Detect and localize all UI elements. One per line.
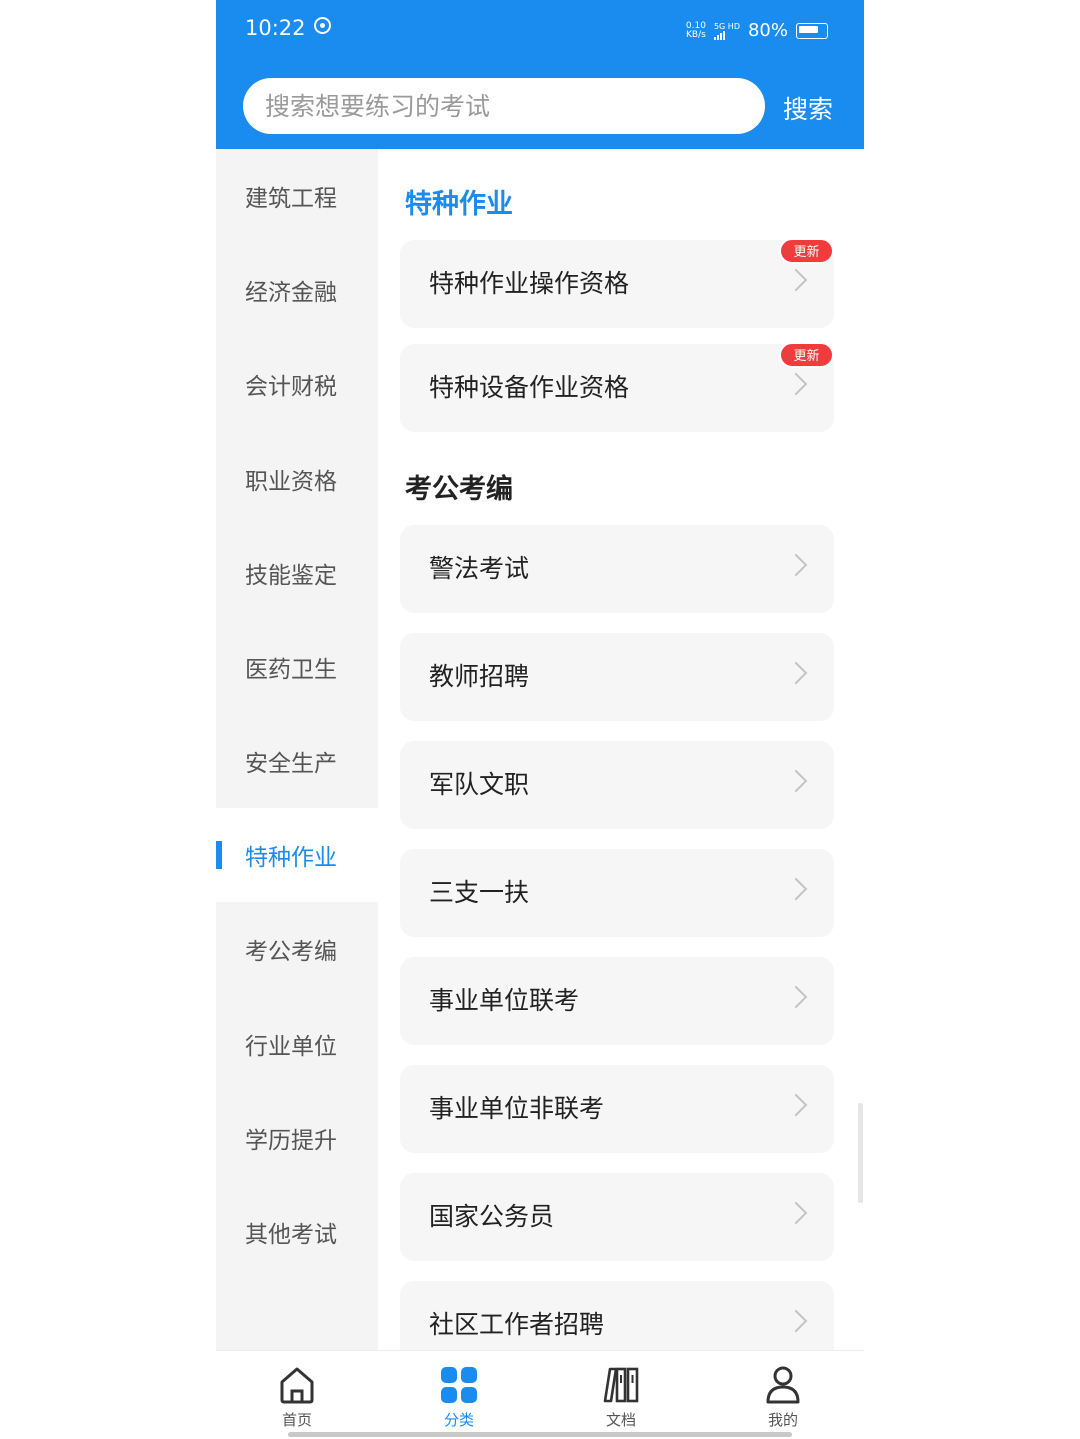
- tab-home[interactable]: 首页: [216, 1351, 378, 1439]
- net-speed-unit: KB/s: [686, 29, 706, 40]
- network-type: 5G HD: [713, 21, 740, 31]
- sidebar-item-qualification[interactable]: 职业资格: [216, 432, 378, 526]
- sidebar-item-education[interactable]: 学历提升: [216, 1091, 378, 1185]
- chevron-right-icon: [784, 769, 808, 793]
- list-item[interactable]: 特种设备作业资格 更新: [400, 342, 834, 432]
- chevron-right-icon: [784, 985, 808, 1009]
- chevron-right-icon: [784, 661, 808, 685]
- battery-icon: [796, 22, 828, 39]
- list-item-label: 三支一扶: [429, 878, 530, 907]
- clock-text: 10:22: [245, 16, 306, 40]
- tab-documents[interactable]: 文档: [540, 1351, 702, 1439]
- section-title: 考公考编: [405, 474, 513, 505]
- sidebar-item-other[interactable]: 其他考试: [216, 1185, 378, 1279]
- sidebar-item-safety[interactable]: 安全生产: [216, 714, 378, 808]
- sidebar-item-construction[interactable]: 建筑工程: [216, 149, 378, 243]
- search-box[interactable]: [243, 78, 765, 134]
- app-screen: 10:22 0.10 KB/s 5G HD 80% 搜索 建筑工程 经济金融 会…: [216, 0, 864, 1439]
- chevron-right-icon: [784, 372, 808, 396]
- list-item-label: 教师招聘: [429, 662, 530, 691]
- list-item[interactable]: 特种作业操作资格 更新: [400, 238, 834, 328]
- header: 10:22 0.10 KB/s 5G HD 80% 搜索: [216, 0, 864, 149]
- list-item-label: 特种作业操作资格: [429, 269, 630, 298]
- list-item[interactable]: 事业单位联考: [400, 957, 834, 1045]
- net-speed: 0.10 KB/s: [686, 21, 706, 40]
- list-item-label: 国家公务员: [429, 1202, 555, 1231]
- home-indicator[interactable]: [288, 1432, 792, 1437]
- list-item-label: 事业单位联考: [429, 986, 580, 1015]
- battery-text: 80%: [747, 20, 788, 41]
- sidebar-item-skills[interactable]: 技能鉴定: [216, 526, 378, 620]
- list-item[interactable]: 社区工作者招聘: [400, 1281, 834, 1350]
- chevron-right-icon: [784, 1093, 808, 1117]
- update-badge: 更新: [779, 342, 834, 368]
- tab-label: 文档: [605, 1411, 636, 1429]
- list-item[interactable]: 教师招聘: [400, 633, 834, 721]
- chevron-right-icon: [784, 1309, 808, 1333]
- profile-icon: [766, 1366, 800, 1404]
- home-icon: [280, 1367, 314, 1404]
- sidebar-item-industry[interactable]: 行业单位: [216, 997, 378, 1091]
- chevron-right-icon: [784, 553, 808, 577]
- list-item-label: 事业单位非联考: [429, 1094, 605, 1123]
- tab-label: 我的: [767, 1411, 798, 1429]
- list-item[interactable]: 国家公务员: [400, 1173, 834, 1261]
- scrollbar[interactable]: [858, 1103, 863, 1203]
- search-button[interactable]: 搜索: [783, 90, 833, 126]
- list-item-label: 警法考试: [429, 554, 530, 583]
- update-badge: 更新: [779, 238, 834, 264]
- list-item[interactable]: 警法考试: [400, 525, 834, 613]
- list-item[interactable]: 军队文职: [400, 741, 834, 829]
- category-sidebar: 建筑工程 经济金融 会计财税 职业资格 技能鉴定 医药卫生 安全生产 特种作业 …: [216, 149, 378, 1350]
- tab-label: 首页: [281, 1411, 312, 1429]
- list-item[interactable]: 事业单位非联考: [400, 1065, 834, 1153]
- tab-profile[interactable]: 我的: [702, 1351, 864, 1439]
- list-item-label: 特种设备作业资格: [429, 373, 630, 402]
- chevron-right-icon: [784, 268, 808, 292]
- tab-category[interactable]: 分类: [378, 1351, 540, 1439]
- chevron-right-icon: [784, 877, 808, 901]
- bottom-tab-bar: 首页 分类 文档 我的: [216, 1350, 864, 1439]
- signal-icon: 5G HD: [713, 21, 740, 40]
- status-indicators: 0.10 KB/s 5G HD 80%: [686, 20, 828, 41]
- sidebar-item-special-operations[interactable]: 特种作业: [216, 808, 378, 902]
- category-content: 特种作业 特种作业操作资格 更新 特种设备作业资格 更新 考公考编 警法考试 教…: [378, 149, 864, 1350]
- documents-icon: [603, 1367, 639, 1403]
- section-title: 特种作业: [405, 189, 513, 220]
- chevron-right-icon: [784, 1201, 808, 1225]
- list-item-label: 社区工作者招聘: [429, 1310, 605, 1339]
- sidebar-item-medical[interactable]: 医药卫生: [216, 620, 378, 714]
- sidebar-item-accounting[interactable]: 会计财税: [216, 337, 378, 431]
- category-grid-icon: [441, 1367, 477, 1403]
- sidebar-item-finance[interactable]: 经济金融: [216, 243, 378, 337]
- search-input[interactable]: [265, 78, 745, 134]
- sync-icon: [313, 17, 331, 34]
- sidebar-item-civil-service[interactable]: 考公考编: [216, 902, 378, 996]
- tab-label: 分类: [443, 1411, 474, 1429]
- list-item[interactable]: 三支一扶: [400, 849, 834, 937]
- list-item-label: 军队文职: [429, 770, 530, 799]
- status-time: 10:22: [245, 16, 331, 40]
